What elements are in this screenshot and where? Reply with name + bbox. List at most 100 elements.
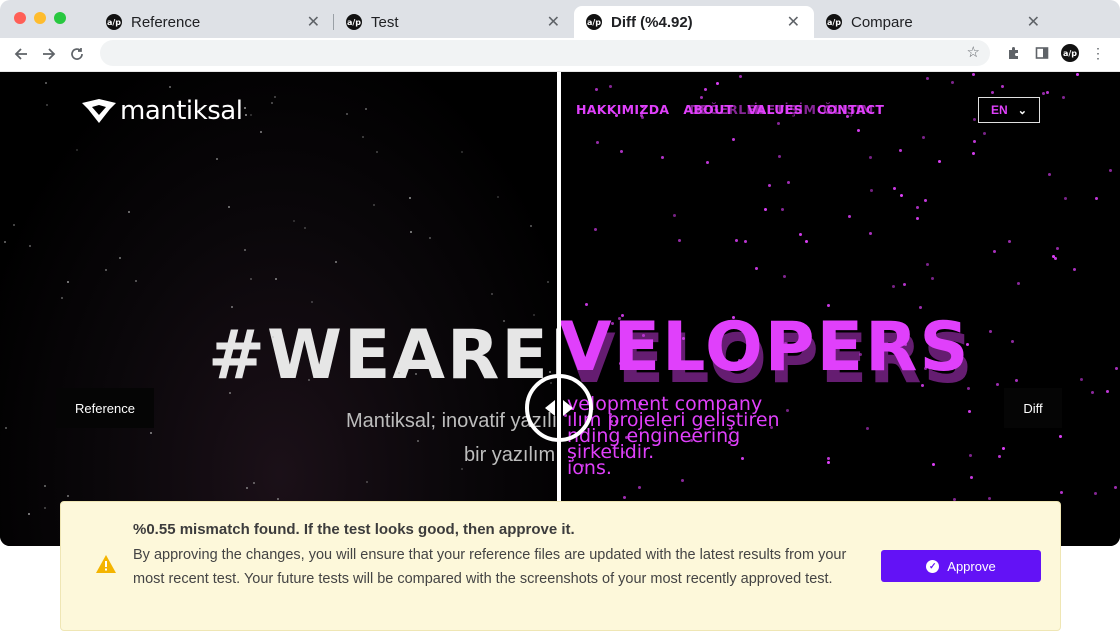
tab-title: Reference — [131, 13, 201, 31]
star-dot — [274, 96, 277, 99]
app-favicon-icon: a/p — [346, 14, 362, 30]
tab-title: Test — [371, 13, 399, 31]
star-dot — [228, 205, 230, 208]
compare-divider[interactable] — [557, 72, 561, 546]
star-dot — [244, 107, 247, 110]
diff-pixel — [1053, 256, 1057, 260]
tab-reference[interactable]: a/p Reference ✕ — [94, 6, 334, 38]
diff-pixel — [902, 282, 906, 286]
close-tab-icon[interactable]: ✕ — [787, 12, 800, 32]
diff-pixel — [660, 155, 664, 159]
diff-pixel — [926, 262, 930, 266]
star-dot — [416, 439, 419, 442]
minimize-window-button[interactable] — [34, 12, 46, 24]
star-dot — [119, 256, 122, 259]
diff-pixel — [950, 80, 954, 84]
diff-pixel — [990, 90, 994, 94]
close-tab-icon[interactable]: ✕ — [1027, 12, 1040, 32]
alert-title: %0.55 mismatch found. If the test looks … — [133, 521, 575, 538]
diff-pixel — [857, 128, 861, 132]
diff-pixel — [988, 330, 992, 334]
bookmark-star-icon[interactable]: ☆ — [967, 43, 980, 61]
close-tab-icon[interactable]: ✕ — [547, 12, 560, 32]
nav-item-hakkimizda[interactable]: HAKKIMIZDA — [576, 102, 669, 117]
language-selector[interactable]: EN ⌄ — [978, 97, 1040, 123]
reload-icon[interactable] — [65, 42, 89, 66]
star-dot — [428, 237, 431, 240]
diff-pixel — [931, 463, 935, 467]
extensions-puzzle-icon[interactable] — [1004, 43, 1024, 63]
close-window-button[interactable] — [14, 12, 26, 24]
nav-item-contact[interactable]: CONTACT ĞLIŞIM — [817, 102, 884, 117]
star-dot — [414, 372, 417, 375]
brand-name: mantiksal — [120, 96, 243, 126]
diff-pixel — [732, 138, 736, 142]
app-favicon-icon: a/p — [586, 14, 602, 30]
diff-pixel — [735, 238, 739, 242]
sidepanel-icon[interactable] — [1032, 43, 1052, 63]
star-dot — [260, 130, 263, 133]
maximize-window-button[interactable] — [54, 12, 66, 24]
star-dot — [43, 485, 46, 488]
diff-pixel — [744, 239, 748, 243]
approve-label: Approve — [947, 558, 996, 574]
diff-pixel — [1061, 96, 1065, 100]
star-dot — [104, 269, 107, 272]
star-dot — [27, 513, 30, 516]
diff-pixel — [982, 132, 986, 136]
tab-compare[interactable]: a/p Compare ✕ — [814, 6, 1054, 38]
star-dot — [375, 151, 378, 154]
diff-pixel — [584, 302, 588, 306]
language-value: EN — [991, 103, 1008, 117]
brand-logo-icon — [82, 99, 116, 123]
reference-label: Reference — [56, 388, 154, 428]
diff-pixel — [891, 284, 895, 288]
profile-avatar[interactable]: a/p — [1061, 44, 1079, 62]
tab-diff[interactable]: a/p Diff (%4.92) ✕ — [574, 6, 814, 38]
mismatch-alert: %0.55 mismatch found. If the test looks … — [60, 501, 1061, 631]
diff-pixel — [826, 461, 830, 465]
star-dot — [292, 219, 295, 222]
approve-button[interactable]: ✓ Approve — [881, 550, 1041, 582]
address-bar[interactable]: ☆ — [100, 40, 990, 66]
star-dot — [272, 335, 275, 338]
diff-pixel — [767, 183, 771, 187]
diff-pixel — [595, 141, 599, 145]
kebab-menu-icon[interactable]: ⋮ — [1088, 43, 1108, 63]
star-dot — [246, 486, 249, 489]
diff-pixel — [1060, 490, 1064, 494]
hero-headline-reference: #WEAREDE — [208, 316, 559, 395]
diff-pixel — [1091, 391, 1095, 395]
star-dot — [311, 301, 314, 303]
star-dot — [307, 378, 310, 381]
star-dot — [530, 224, 533, 227]
brand-logo: mantiksal — [80, 96, 243, 126]
diff-pixel — [1001, 446, 1005, 450]
diff-pixel — [673, 214, 677, 218]
diff-pane: VELOPERS VELOPERS velopment company ılım… — [559, 72, 1120, 546]
diff-pixel — [754, 267, 758, 271]
diff-pixel — [827, 303, 831, 307]
nav-item-values[interactable]: VALUES İLETİŞİM — [747, 102, 816, 117]
back-icon[interactable] — [9, 42, 33, 66]
diff-pixel — [1016, 281, 1020, 285]
forward-icon[interactable] — [37, 42, 61, 66]
diff-pixel — [678, 239, 682, 243]
diff-pixel — [594, 87, 598, 91]
diff-pixel — [992, 249, 996, 253]
nav-item-about[interactable]: ABOUT DEĞERLER — [683, 102, 765, 117]
diff-pixel — [866, 426, 870, 430]
tab-test[interactable]: a/p Test ✕ — [334, 6, 574, 38]
diff-pixel — [937, 159, 941, 163]
comparison-viewport[interactable]: mantiksal #WEAREDE Mantiksal; inovatif y… — [0, 72, 1120, 546]
diff-pixel — [763, 207, 767, 211]
diff-pixel — [997, 454, 1001, 458]
diff-pixel — [869, 155, 873, 159]
close-tab-icon[interactable]: ✕ — [307, 12, 320, 32]
diff-pixel — [608, 84, 612, 88]
diff-pixel — [969, 454, 973, 458]
star-dot — [28, 245, 31, 248]
diff-pixel — [921, 136, 925, 140]
drag-handle-icon[interactable] — [525, 374, 593, 442]
star-dot — [44, 507, 47, 510]
